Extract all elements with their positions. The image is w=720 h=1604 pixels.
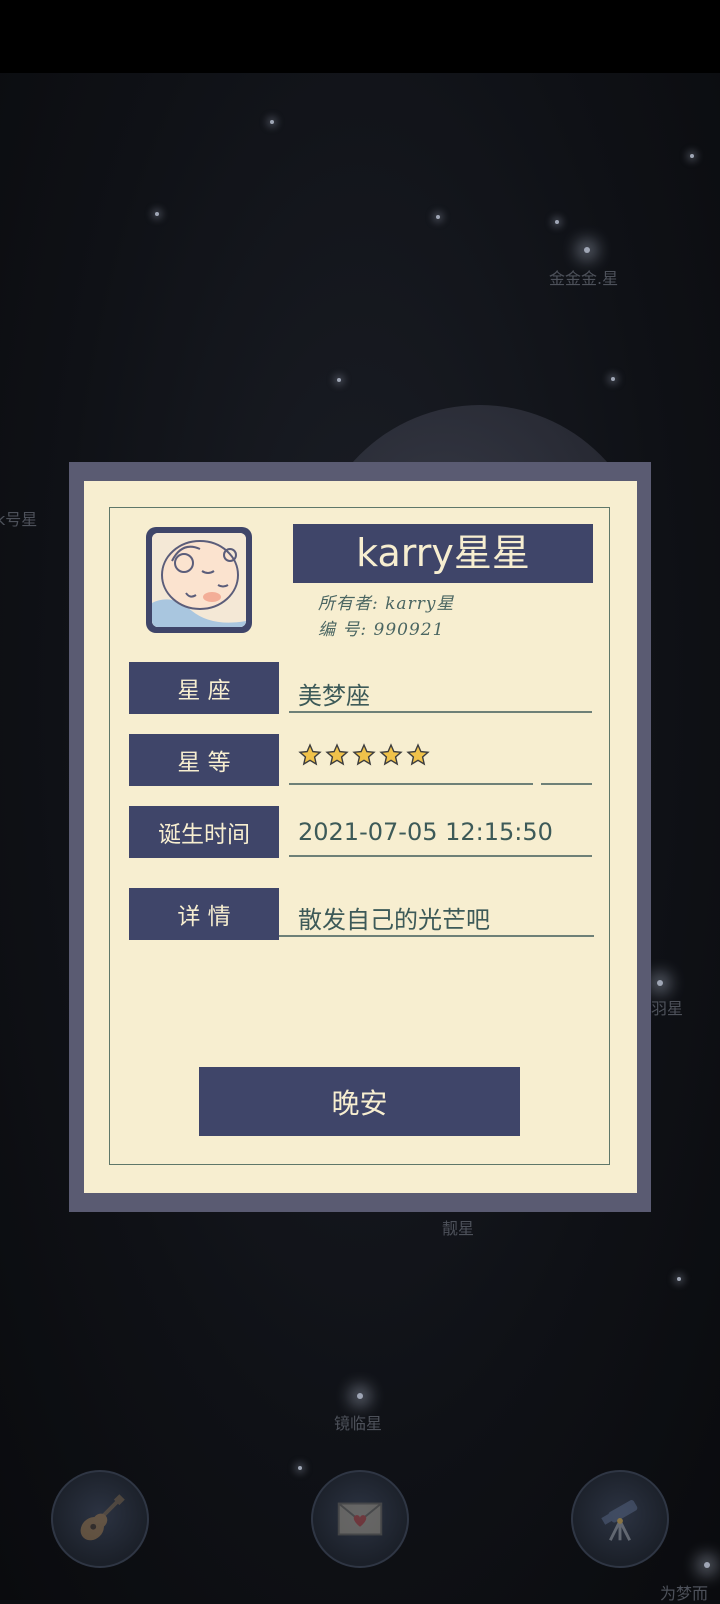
details-label: 详 情	[129, 888, 279, 940]
avatar	[146, 527, 252, 633]
birth-time-value: 2021-07-05 12:15:50	[298, 818, 553, 846]
telescope-button[interactable]	[571, 1470, 669, 1568]
background-star[interactable]	[704, 1562, 710, 1568]
divider	[289, 783, 533, 785]
background-star	[436, 215, 440, 219]
constellation-label: 星 座	[129, 662, 279, 714]
background-star	[677, 1277, 681, 1281]
sleeping-baby-icon	[152, 533, 246, 627]
star-rating-icon	[352, 743, 376, 766]
sleeping-baby-avatar	[152, 533, 246, 627]
divider	[279, 935, 594, 937]
goodnight-button[interactable]: 晚安	[199, 1067, 520, 1136]
star-label-wei[interactable]: 为梦而	[660, 1580, 708, 1604]
mail-button[interactable]	[311, 1470, 409, 1568]
star-rating-icon	[325, 743, 349, 766]
divider	[289, 711, 592, 713]
background-star	[611, 377, 615, 381]
background-star	[555, 220, 559, 224]
status-bar	[0, 0, 720, 73]
divider	[541, 783, 592, 785]
star-label-yu[interactable]: 羽星	[651, 995, 683, 1019]
mail-heart-icon	[337, 1502, 383, 1536]
guitar-button[interactable]	[51, 1470, 149, 1568]
owner-line: 所有者: karry星	[318, 594, 455, 614]
star-name-title: karry星星	[293, 524, 593, 583]
background-star	[690, 154, 694, 158]
constellation-value: 美梦座	[298, 682, 370, 710]
background-star	[298, 1466, 302, 1470]
star-label-jin[interactable]: 金金金.星	[549, 265, 618, 289]
details-value: 散发自己的光芒吧	[298, 906, 490, 934]
star-label-jing[interactable]: 镜临星	[334, 1410, 382, 1434]
star-label-liang[interactable]: 靓星	[442, 1215, 474, 1239]
star-rating-icon	[379, 743, 403, 766]
star-rating-icon	[298, 743, 322, 766]
star-label-hao[interactable]: k号星	[0, 506, 37, 530]
background-star[interactable]	[657, 980, 663, 986]
background-star	[155, 212, 159, 216]
telescope-icon	[601, 1500, 638, 1541]
magnitude-stars	[298, 743, 430, 767]
guitar-icon	[80, 1494, 125, 1541]
background-star	[270, 120, 274, 124]
divider	[289, 855, 592, 857]
background-star	[337, 378, 341, 382]
star-rating-icon	[406, 743, 430, 766]
magnitude-label: 星 等	[129, 734, 279, 786]
background-star[interactable]	[357, 1393, 363, 1399]
birth-time-label: 诞生时间	[129, 806, 279, 858]
background-star[interactable]	[584, 247, 590, 253]
number-line: 编 号: 990921	[318, 620, 445, 640]
